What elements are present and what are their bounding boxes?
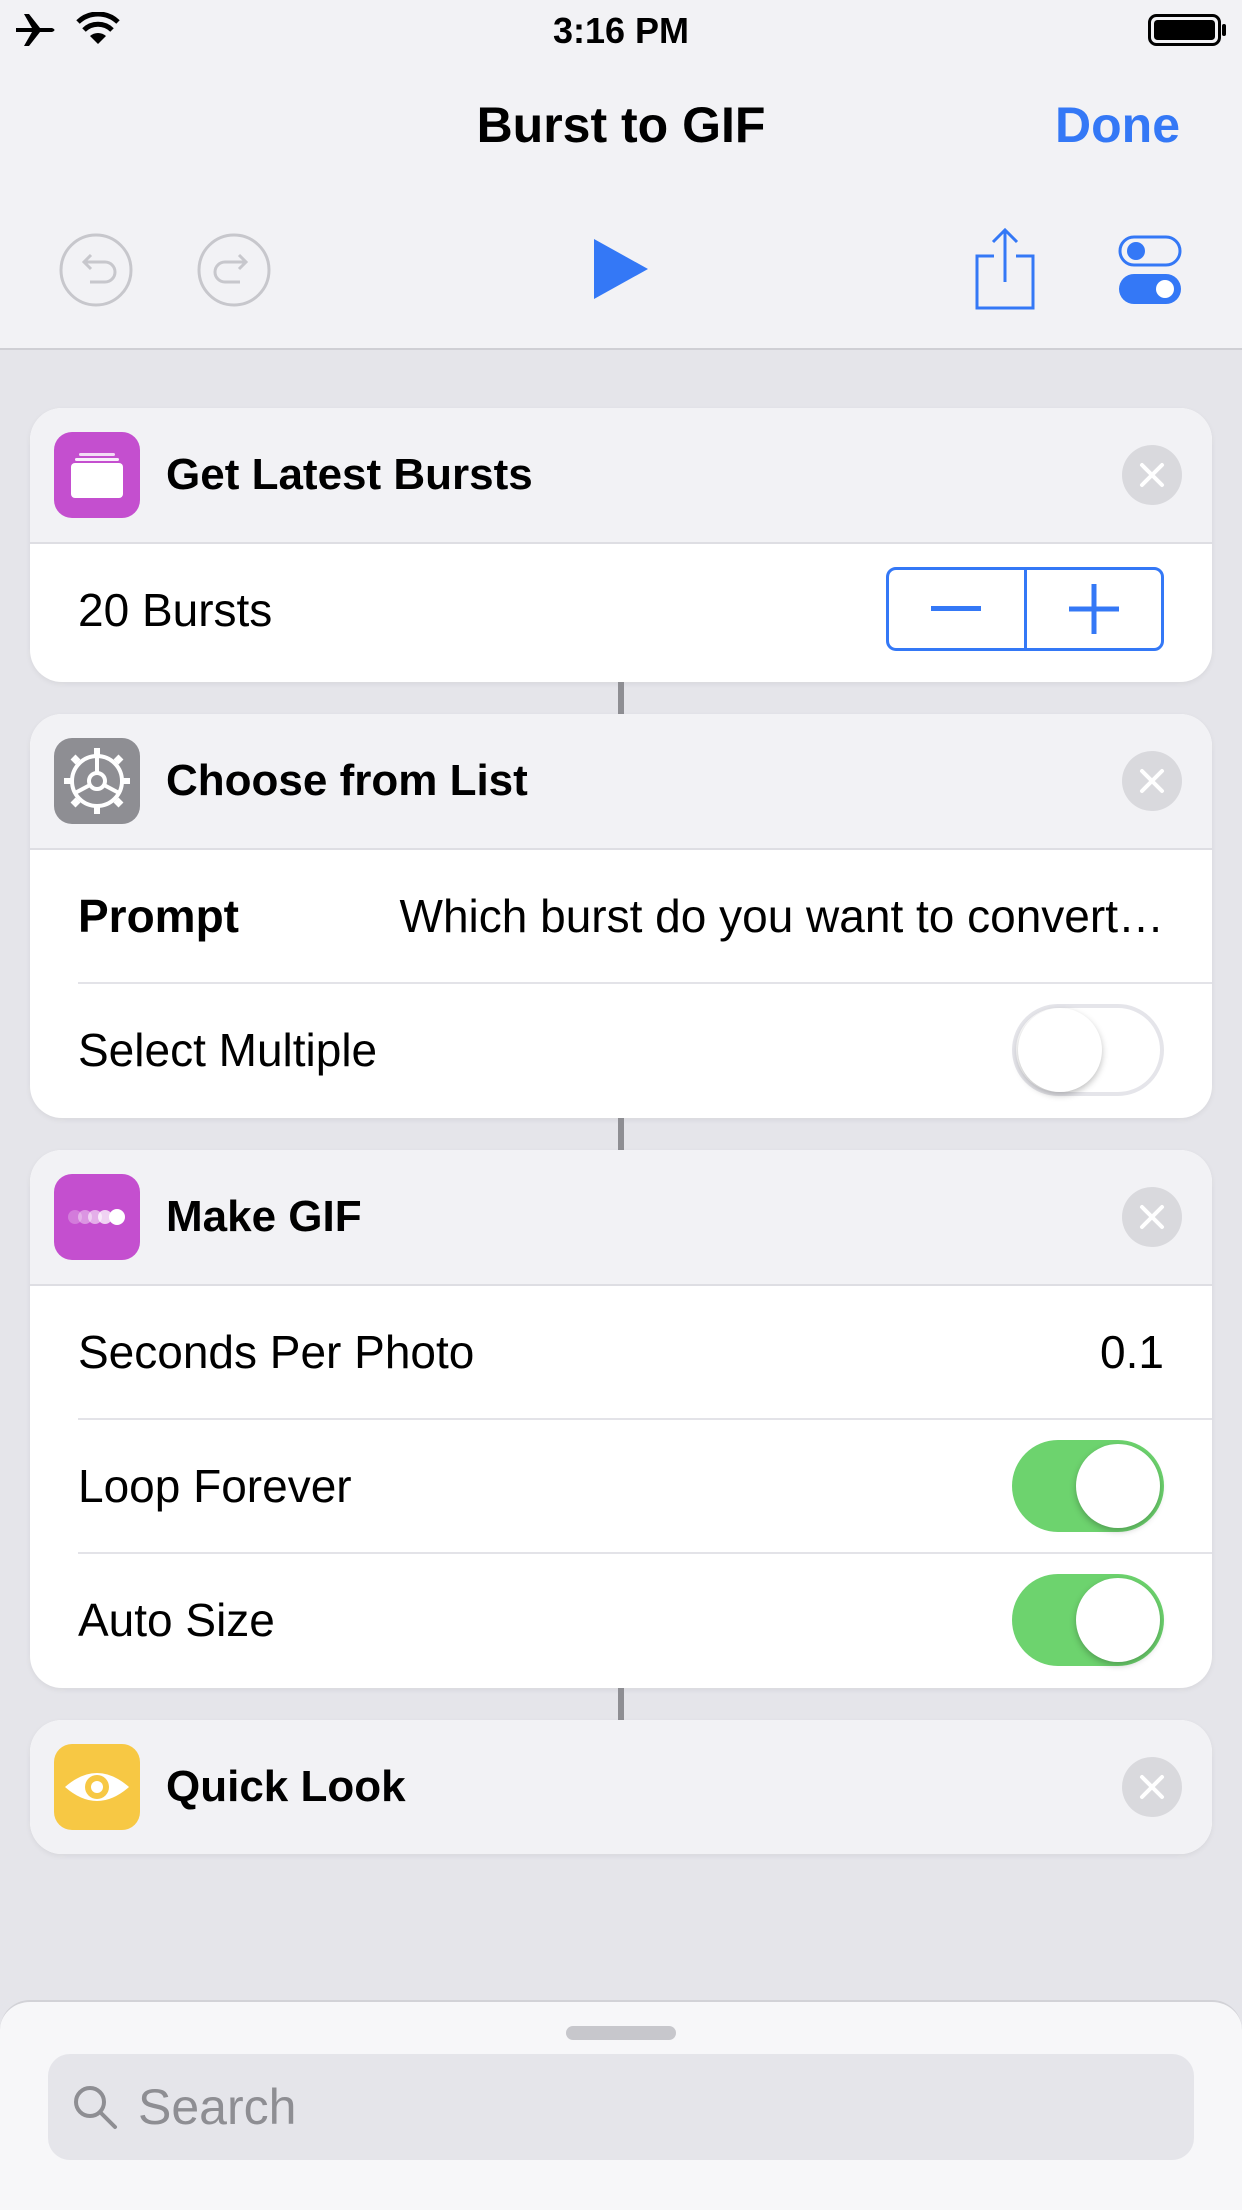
action-title: Quick Look xyxy=(166,1762,406,1811)
status-time: 3:16 PM xyxy=(552,10,690,51)
select-multiple-toggle[interactable] xyxy=(1012,1004,1164,1096)
prompt-value[interactable]: Which burst do you want to convert… xyxy=(338,850,1164,982)
toggle-knob xyxy=(1076,1444,1160,1528)
close-icon xyxy=(1140,463,1164,487)
gear-icon xyxy=(54,738,140,824)
action-header: Choose from List xyxy=(30,714,1212,850)
action-make-gif: Make GIF Seconds Per Photo 0.1 Loop Fore… xyxy=(30,1150,1212,1688)
search-field[interactable] xyxy=(48,2054,1194,2160)
action-title: Make GIF xyxy=(166,1192,362,1241)
toggles-icon xyxy=(1118,235,1182,304)
action-get-latest-bursts: Get Latest Bursts 20 Bursts xyxy=(30,408,1212,682)
sheet-grabber[interactable] xyxy=(566,2026,676,2040)
select-multiple-label: Select Multiple xyxy=(78,1024,378,1076)
close-icon xyxy=(1140,1775,1164,1799)
toggle-knob xyxy=(1018,1008,1102,1092)
burst-count-label: 20 Bursts xyxy=(78,584,273,636)
action-connector xyxy=(618,682,624,714)
action-connector xyxy=(618,1118,624,1150)
undo-icon xyxy=(59,233,133,307)
search-icon xyxy=(72,2084,118,2135)
remove-action-button[interactable] xyxy=(1122,751,1182,811)
toggle-knob xyxy=(1076,1578,1160,1662)
action-header: Get Latest Bursts xyxy=(30,408,1212,544)
loop-forever-row: Loop Forever xyxy=(78,1420,1212,1554)
prompt-label: Prompt xyxy=(78,890,239,942)
close-icon xyxy=(1140,1205,1164,1229)
eye-icon xyxy=(54,1744,140,1830)
decrement-button[interactable] xyxy=(889,570,1027,648)
loop-forever-label: Loop Forever xyxy=(78,1460,352,1512)
auto-size-label: Auto Size xyxy=(78,1594,275,1646)
close-icon xyxy=(1140,769,1164,793)
undo-button[interactable] xyxy=(58,232,134,308)
action-header: Make GIF xyxy=(30,1150,1212,1286)
action-quick-look: Quick Look xyxy=(30,1720,1212,1854)
burst-count-stepper xyxy=(886,567,1164,651)
search-input[interactable] xyxy=(138,2054,1158,2160)
plus-icon xyxy=(1068,584,1119,634)
loop-forever-toggle[interactable] xyxy=(1012,1440,1164,1532)
gif-dots-icon xyxy=(54,1174,140,1260)
action-choose-from-list: Choose from List Prompt Which burst do y… xyxy=(30,714,1212,1118)
increment-button[interactable] xyxy=(1027,570,1162,648)
seconds-per-photo-value[interactable]: 0.1 xyxy=(1100,1286,1164,1418)
remove-action-button[interactable] xyxy=(1122,445,1182,505)
play-icon xyxy=(594,239,648,299)
auto-size-toggle[interactable] xyxy=(1012,1574,1164,1666)
action-title: Choose from List xyxy=(166,756,528,805)
action-connector xyxy=(618,1688,624,1720)
select-multiple-row: Select Multiple xyxy=(78,984,1212,1116)
photos-stack-icon xyxy=(54,432,140,518)
seconds-per-photo-row[interactable]: Seconds Per Photo 0.1 xyxy=(78,1286,1212,1420)
action-header: Quick Look xyxy=(30,1720,1212,1854)
action-title: Get Latest Bursts xyxy=(166,450,533,499)
done-button[interactable]: Done xyxy=(1055,96,1180,154)
settings-toggle-button[interactable] xyxy=(1118,234,1182,306)
minus-icon xyxy=(931,606,982,611)
top-bar: 3:16 PM Burst to GIF Done xyxy=(0,0,1242,350)
share-button[interactable] xyxy=(972,226,1038,312)
remove-action-button[interactable] xyxy=(1122,1187,1182,1247)
redo-button[interactable] xyxy=(196,232,272,308)
action-search-sheet xyxy=(0,2000,1242,2210)
seconds-per-photo-label: Seconds Per Photo xyxy=(78,1326,475,1378)
battery-icon xyxy=(1148,14,1228,51)
play-button[interactable] xyxy=(590,236,650,302)
redo-icon xyxy=(197,233,271,307)
remove-action-button[interactable] xyxy=(1122,1757,1182,1817)
burst-count-row: 20 Bursts xyxy=(78,544,1212,676)
prompt-row[interactable]: Prompt Which burst do you want to conver… xyxy=(78,850,1212,984)
share-icon xyxy=(975,227,1035,310)
auto-size-row: Auto Size xyxy=(78,1554,1212,1686)
